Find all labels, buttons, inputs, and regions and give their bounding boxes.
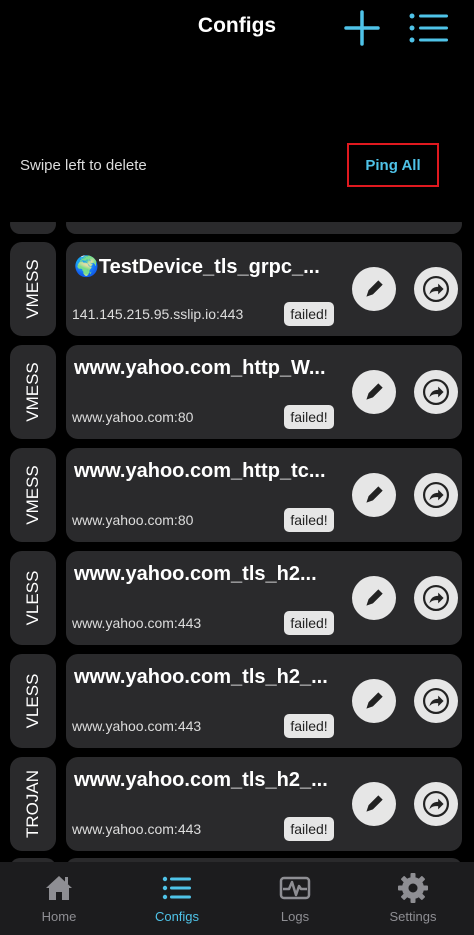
config-address: www.yahoo.com:80 bbox=[72, 512, 194, 528]
pencil-icon bbox=[366, 589, 383, 606]
config-address: www.yahoo.com:443 bbox=[72, 615, 202, 631]
protocol-tag: VMESS bbox=[10, 448, 56, 542]
share-button[interactable] bbox=[414, 370, 458, 414]
config-list[interactable]: VMESS 🌍TestDevice_tls_grpc_... 141.145.2… bbox=[0, 222, 474, 862]
tab-bar: Home Configs Logs Settings bbox=[0, 862, 474, 935]
edit-button[interactable] bbox=[352, 473, 396, 517]
edit-button[interactable] bbox=[352, 782, 396, 826]
pencil-icon bbox=[366, 692, 383, 709]
status-badge: failed! bbox=[284, 405, 334, 429]
globe-icon: 🌍 bbox=[74, 256, 99, 278]
tab-home[interactable]: Home bbox=[0, 862, 118, 935]
status-badge: failed! bbox=[284, 611, 334, 635]
edit-button[interactable] bbox=[352, 267, 396, 311]
share-arrow-icon bbox=[423, 482, 449, 508]
config-address: 141.145.215.95.sslip.io:443 bbox=[72, 306, 244, 322]
config-row[interactable]: VMESS 🌍TestDevice_tls_grpc_... 141.145.2… bbox=[10, 242, 462, 336]
edit-button[interactable] bbox=[352, 679, 396, 723]
tab-label: Configs bbox=[154, 909, 200, 924]
pulse-icon bbox=[279, 876, 311, 900]
list-menu-icon bbox=[409, 13, 448, 43]
pencil-icon bbox=[366, 383, 383, 400]
tab-label: Logs bbox=[280, 909, 310, 924]
status-badge: failed! bbox=[284, 817, 334, 841]
tab-configs[interactable]: Configs bbox=[118, 862, 236, 935]
tab-label: Settings bbox=[389, 909, 437, 924]
list-icon bbox=[162, 876, 191, 900]
config-name: www.yahoo.com_tls_h2_... bbox=[74, 769, 328, 791]
header: Configs bbox=[0, 0, 474, 60]
share-button[interactable] bbox=[414, 679, 458, 723]
config-card[interactable]: 🌍TestDevice_tls_grpc_... 141.145.215.95.… bbox=[66, 242, 462, 336]
config-row[interactable]: TROJAN www.yahoo.com_tls_h2_... www.yaho… bbox=[10, 757, 462, 851]
config-card[interactable]: www.yahoo.com_http_W... www.yahoo.com:80… bbox=[66, 345, 462, 439]
protocol-tag: TROJAN bbox=[10, 757, 56, 851]
pencil-icon bbox=[366, 795, 383, 812]
config-row[interactable]: VLESS www.yahoo.com_tls_h2... www.yahoo.… bbox=[10, 551, 462, 645]
pencil-icon bbox=[366, 280, 383, 297]
partial-row-top bbox=[10, 222, 462, 234]
status-badge: failed! bbox=[284, 714, 334, 738]
config-row[interactable]: VMESS www.yahoo.com_http_W... www.yahoo.… bbox=[10, 345, 462, 439]
share-arrow-icon bbox=[423, 688, 449, 714]
protocol-tag: VMESS bbox=[10, 242, 56, 336]
share-button[interactable] bbox=[414, 782, 458, 826]
edit-button[interactable] bbox=[352, 370, 396, 414]
config-name: www.yahoo.com_tls_h2_... bbox=[74, 666, 328, 688]
config-row[interactable]: VMESS www.yahoo.com_http_tc... www.yahoo… bbox=[10, 448, 462, 542]
config-name: 🌍TestDevice_tls_grpc_... bbox=[74, 256, 320, 278]
config-address: www.yahoo.com:443 bbox=[72, 821, 202, 837]
pencil-icon bbox=[366, 486, 383, 503]
share-arrow-icon bbox=[423, 379, 449, 405]
edit-button[interactable] bbox=[352, 576, 396, 620]
protocol-tag: VLESS bbox=[10, 551, 56, 645]
status-badge: failed! bbox=[284, 508, 334, 532]
status-badge: failed! bbox=[284, 302, 334, 326]
config-address: www.yahoo.com:80 bbox=[72, 409, 194, 425]
protocol-tag: VMESS bbox=[10, 345, 56, 439]
protocol-tag: VLESS bbox=[10, 654, 56, 748]
plus-icon bbox=[344, 10, 380, 46]
config-row[interactable]: VLESS www.yahoo.com_tls_h2_... www.yahoo… bbox=[10, 654, 462, 748]
home-icon bbox=[46, 876, 72, 900]
tab-settings[interactable]: Settings bbox=[354, 862, 472, 935]
menu-button[interactable] bbox=[406, 8, 450, 48]
share-arrow-icon bbox=[423, 585, 449, 611]
share-button[interactable] bbox=[414, 267, 458, 311]
tab-logs[interactable]: Logs bbox=[236, 862, 354, 935]
config-name: www.yahoo.com_http_W... bbox=[74, 357, 326, 379]
config-name: www.yahoo.com_tls_h2... bbox=[74, 563, 317, 585]
add-config-button[interactable] bbox=[340, 8, 384, 48]
config-card[interactable]: www.yahoo.com_http_tc... www.yahoo.com:8… bbox=[66, 448, 462, 542]
share-arrow-icon bbox=[423, 791, 449, 817]
config-name: www.yahoo.com_http_tc... bbox=[74, 460, 326, 482]
share-arrow-icon bbox=[423, 276, 449, 302]
config-card[interactable]: www.yahoo.com_tls_h2_... www.yahoo.com:4… bbox=[66, 757, 462, 851]
page-title: Configs bbox=[197, 14, 277, 37]
share-button[interactable] bbox=[414, 473, 458, 517]
config-card[interactable]: www.yahoo.com_tls_h2_... www.yahoo.com:4… bbox=[66, 654, 462, 748]
config-card[interactable]: www.yahoo.com_tls_h2... www.yahoo.com:44… bbox=[66, 551, 462, 645]
gear-icon bbox=[398, 873, 428, 903]
share-button[interactable] bbox=[414, 576, 458, 620]
swipe-hint: Swipe left to delete bbox=[20, 157, 147, 174]
config-address: www.yahoo.com:443 bbox=[72, 718, 202, 734]
ping-all-button[interactable]: Ping All bbox=[347, 143, 439, 187]
tab-label: Home bbox=[41, 909, 77, 924]
